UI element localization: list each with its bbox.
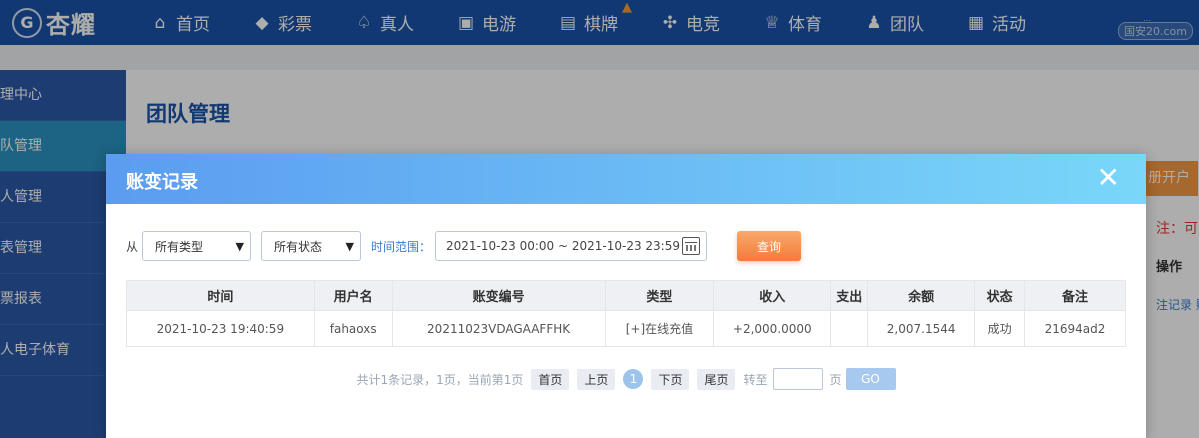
cell-status: 成功 xyxy=(974,310,1026,347)
chevron-down-icon: ▼ xyxy=(235,239,245,253)
type-select-value: 所有类型 xyxy=(155,239,204,254)
cell-txn-no: 20211023VDAGAAFFHK xyxy=(391,310,606,347)
col-header-txn-no: 账变编号 xyxy=(391,280,606,311)
page-unit-label: 页 xyxy=(829,372,842,387)
cell-balance: 2,007.1544 xyxy=(867,310,976,347)
account-change-modal: 账变记录 ✕ 从 所有类型 ▼ 所有状态 ▼ 时间范围： 2021-10-23 … xyxy=(106,154,1146,438)
pagination: 共计1条记录，1页，当前第1页 首页 上页 1 下页 尾页 转至 页 GO xyxy=(106,368,1146,390)
last-page-button[interactable]: 尾页 xyxy=(697,368,736,390)
go-button[interactable]: GO xyxy=(845,368,896,390)
prev-page-button[interactable]: 上页 xyxy=(577,368,616,390)
modal-header: 账变记录 ✕ xyxy=(106,154,1146,204)
close-icon[interactable]: ✕ xyxy=(1097,164,1120,192)
cell-username: fahaoxs xyxy=(313,310,393,347)
cell-type: [+]在线充值 xyxy=(604,310,715,347)
first-page-button[interactable]: 首页 xyxy=(531,368,570,390)
modal-title: 账变记录 xyxy=(126,172,198,193)
goto-label: 转至 xyxy=(743,372,768,387)
date-range-value: 2021-10-23 00:00 ~ 2021-10-23 23:59 xyxy=(446,239,680,253)
from-label: 从 xyxy=(126,239,139,254)
col-header-status: 状态 xyxy=(974,280,1026,311)
col-header-time: 时间 xyxy=(126,280,315,311)
col-header-expense: 支出 xyxy=(830,280,869,311)
col-header-type: 类型 xyxy=(604,280,715,311)
table-header-row: 时间 用户名 账变编号 类型 收入 支出 余额 状态 备注 xyxy=(126,280,1126,311)
cell-remark: 21694ad2 xyxy=(1024,310,1126,347)
query-button[interactable]: 查询 xyxy=(737,231,802,261)
time-range-label: 时间范围： xyxy=(371,239,432,254)
col-header-balance: 余额 xyxy=(867,280,976,311)
calendar-icon[interactable] xyxy=(682,237,701,255)
pagination-summary: 共计1条记录，1页，当前第1页 xyxy=(356,372,524,387)
chevron-down-icon: ▼ xyxy=(345,239,355,253)
current-page-number[interactable]: 1 xyxy=(623,369,644,389)
status-select-value: 所有状态 xyxy=(274,239,323,254)
status-select[interactable]: 所有状态 ▼ xyxy=(261,231,362,261)
col-header-income: 收入 xyxy=(713,280,832,311)
cell-income: +2,000.0000 xyxy=(713,310,832,347)
cell-time: 2021-10-23 19:40:59 xyxy=(126,310,315,347)
date-range-input[interactable]: 2021-10-23 00:00 ~ 2021-10-23 23:59 xyxy=(435,231,708,261)
filter-bar: 从 所有类型 ▼ 所有状态 ▼ 时间范围： 2021-10-23 00:00 ~… xyxy=(126,231,802,261)
table-row: 2021-10-23 19:40:59 fahaoxs 20211023VDAG… xyxy=(126,310,1126,347)
next-page-button[interactable]: 下页 xyxy=(651,368,690,390)
cell-expense xyxy=(830,310,869,347)
goto-page-input[interactable] xyxy=(773,368,824,390)
type-select[interactable]: 所有类型 ▼ xyxy=(142,231,252,261)
records-table: 时间 用户名 账变编号 类型 收入 支出 余额 状态 备注 2021-10-23… xyxy=(126,280,1126,347)
col-header-username: 用户名 xyxy=(313,280,393,311)
col-header-remark: 备注 xyxy=(1024,280,1126,311)
